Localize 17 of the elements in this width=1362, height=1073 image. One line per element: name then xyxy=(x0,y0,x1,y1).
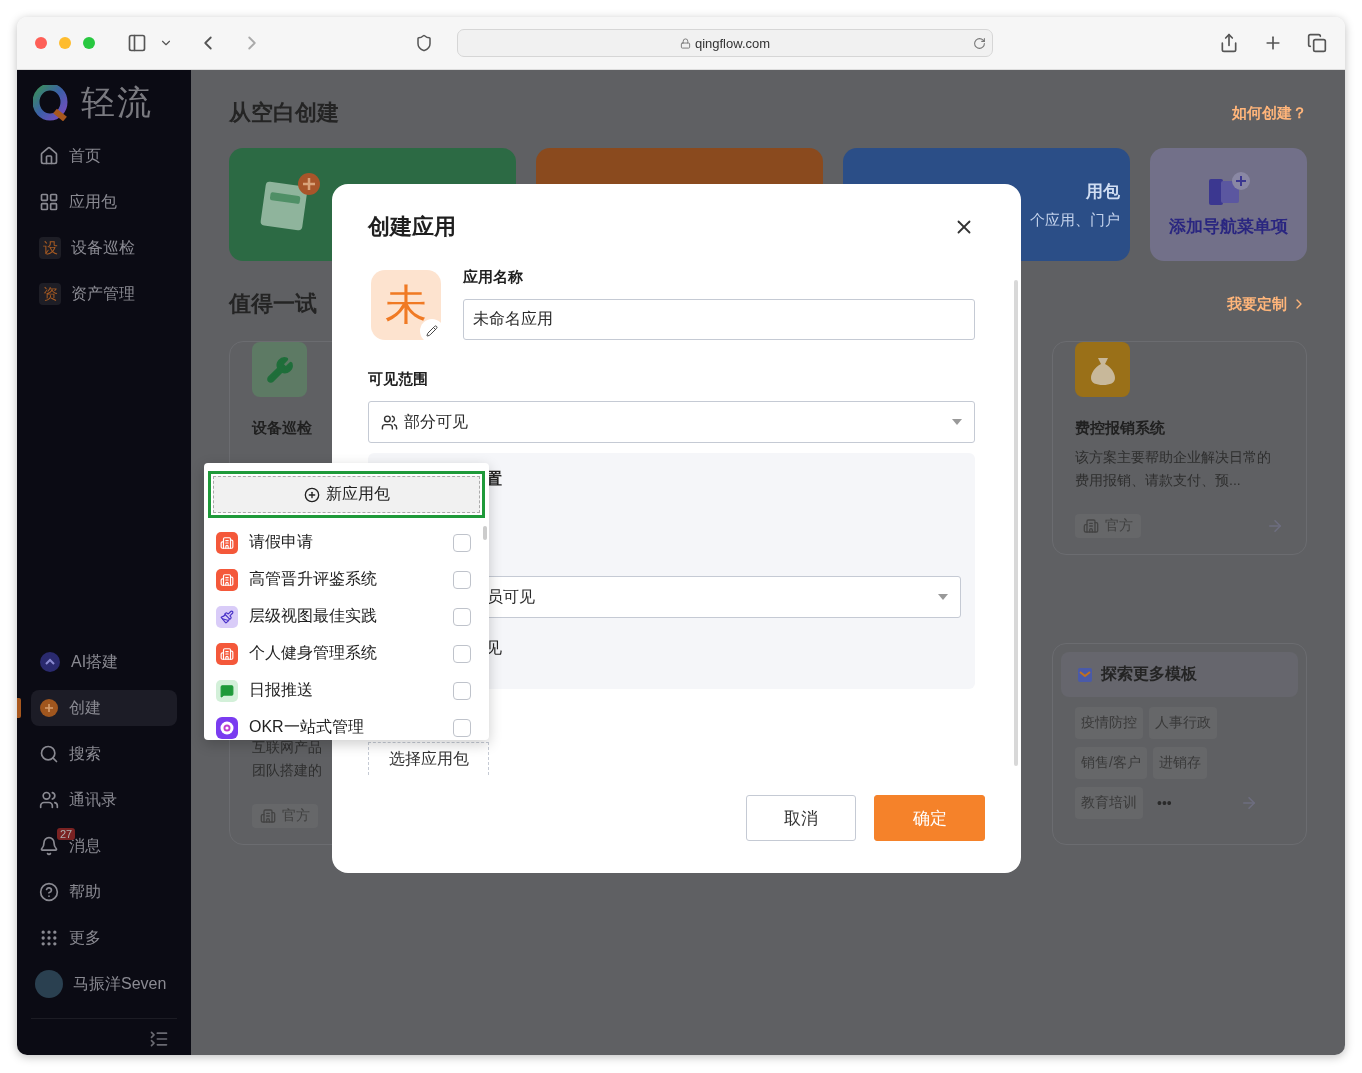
option-text: 见 xyxy=(486,638,503,658)
section-title: 从空白创建 xyxy=(229,99,339,127)
dialog-title: 创建应用 xyxy=(368,213,456,241)
app-badge: 设 xyxy=(39,237,61,259)
template-title: 费控报销系统 xyxy=(1075,419,1165,438)
card-subtitle: 个应用、门户 xyxy=(1030,210,1120,230)
explore-title: 探索更多模板 xyxy=(1101,664,1197,684)
field-label: 可见范围 xyxy=(368,370,429,389)
unread-count: 27 xyxy=(57,828,76,840)
card-title: 添加导航菜单项 xyxy=(1169,216,1288,238)
field-label: 应用名称 xyxy=(463,268,524,287)
section-title: 值得一试 xyxy=(229,290,317,318)
app-badge: 资 xyxy=(39,283,61,305)
url-text: qingflow.com xyxy=(694,35,771,51)
card-title: 用包 xyxy=(1086,180,1120,203)
logo-text: 轻流 xyxy=(81,82,153,123)
template-title: 设备巡检 xyxy=(252,419,312,438)
